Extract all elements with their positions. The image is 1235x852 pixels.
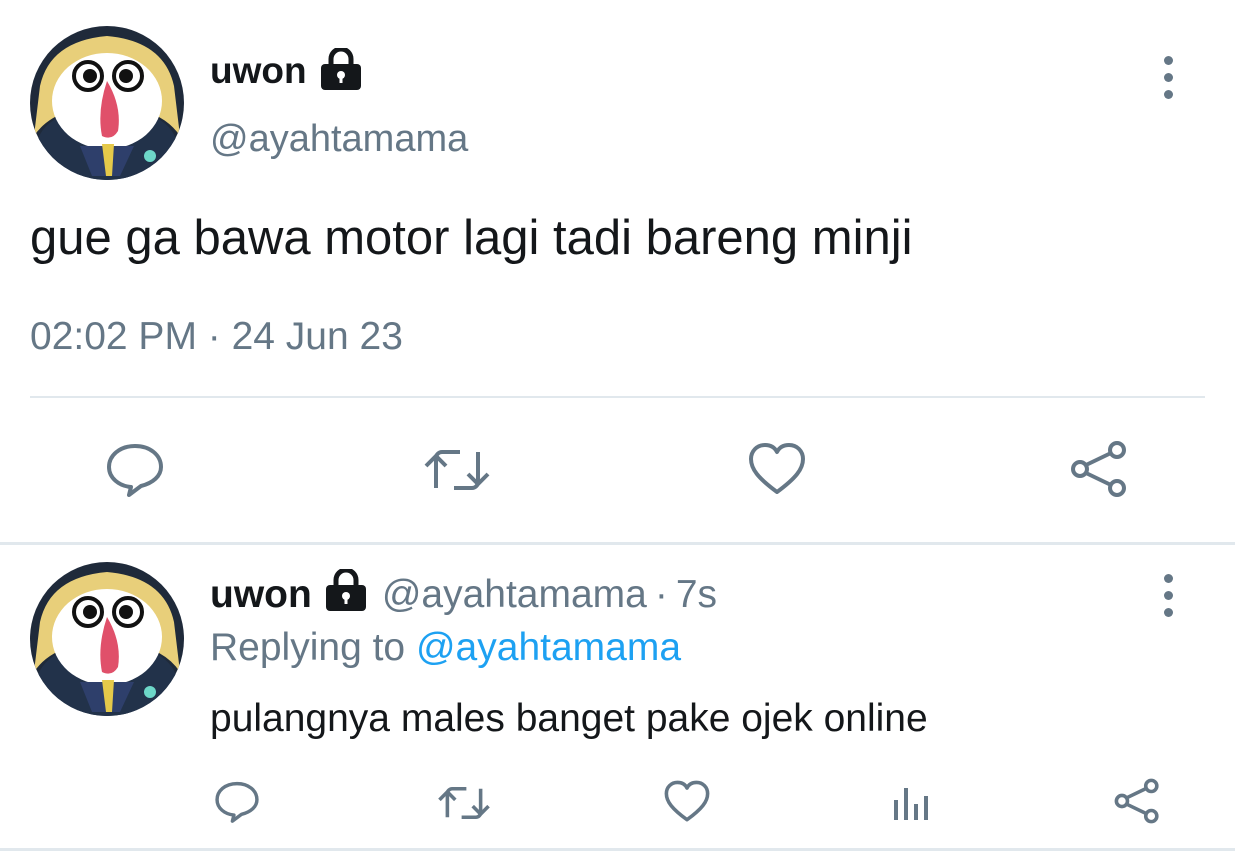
- replying-to-handle[interactable]: @ayahtamama: [416, 626, 681, 669]
- keroro-avatar-icon: [30, 562, 184, 716]
- reply-icon[interactable]: [105, 442, 165, 498]
- separator: ·: [654, 573, 668, 616]
- tweet-text: gue ga bawa motor lagi tadi bareng minji: [30, 211, 913, 265]
- replying-to: Replying to @ayahtamama: [210, 626, 681, 670]
- main-tweet-avatar[interactable]: [30, 26, 184, 180]
- share-icon[interactable]: [1070, 440, 1128, 498]
- tweet-text: pulangnya males banget pake ojek online: [210, 697, 928, 740]
- display-name[interactable]: uwon: [210, 50, 307, 92]
- retweet-icon[interactable]: [436, 784, 492, 822]
- share-icon[interactable]: [1114, 778, 1160, 824]
- handle[interactable]: @ayahtamama: [210, 118, 468, 161]
- replying-to-label: Replying to: [210, 626, 406, 669]
- retweet-icon[interactable]: [422, 446, 492, 494]
- divider: [30, 396, 1205, 398]
- reply-tweet-avatar[interactable]: [30, 562, 184, 716]
- main-tweet-header: uwon: [210, 46, 363, 96]
- section-divider: [0, 542, 1235, 545]
- lock-icon: [319, 46, 363, 95]
- keroro-avatar-icon: [30, 26, 184, 180]
- bottom-divider: [0, 848, 1235, 851]
- relative-time[interactable]: 7s: [676, 573, 717, 617]
- more-options-icon[interactable]: [1164, 56, 1173, 107]
- lock-icon: [324, 567, 368, 621]
- analytics-icon[interactable]: [892, 784, 932, 822]
- reply-icon[interactable]: [214, 780, 260, 824]
- like-icon[interactable]: [664, 780, 710, 823]
- display-name[interactable]: uwon: [210, 573, 312, 617]
- reply-header: uwon @ayahtamama · 7s: [210, 567, 717, 621]
- tweet-timestamp[interactable]: 02:02 PM · 24 Jun 23: [30, 315, 403, 359]
- handle[interactable]: @ayahtamama: [382, 573, 647, 617]
- like-icon[interactable]: [748, 442, 806, 496]
- more-options-icon[interactable]: [1164, 574, 1173, 625]
